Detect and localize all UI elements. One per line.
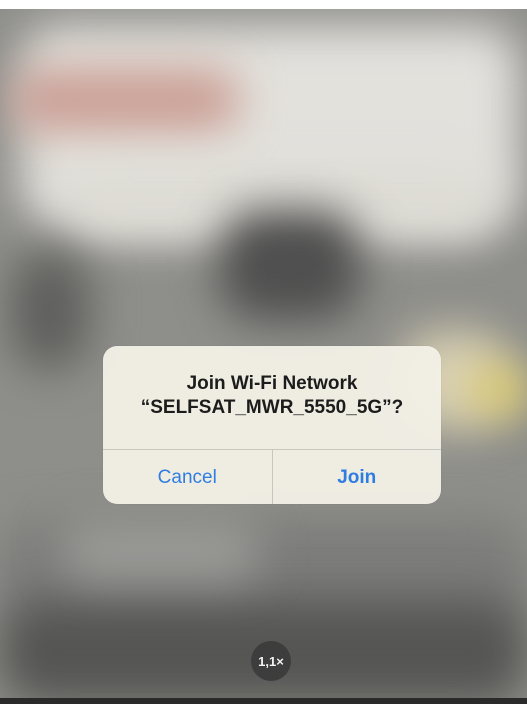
alert-body: Join Wi-Fi Network “SELFSAT_MWR_5550_5G”… (103, 346, 441, 449)
wifi-join-alert: Join Wi-Fi Network “SELFSAT_MWR_5550_5G”… (103, 346, 441, 504)
cancel-button[interactable]: Cancel (103, 450, 273, 504)
top-border (0, 0, 527, 9)
camera-screen: Join Wi-Fi Network “SELFSAT_MWR_5550_5G”… (0, 0, 527, 704)
alert-actions: Cancel Join (103, 449, 441, 504)
alert-network-name: “SELFSAT_MWR_5550_5G”? (140, 397, 404, 418)
zoom-level-button[interactable]: 1,1× (251, 641, 291, 681)
bottom-strip (0, 698, 527, 704)
alert-title: Join Wi-Fi Network (186, 373, 358, 394)
join-button[interactable]: Join (273, 450, 442, 504)
